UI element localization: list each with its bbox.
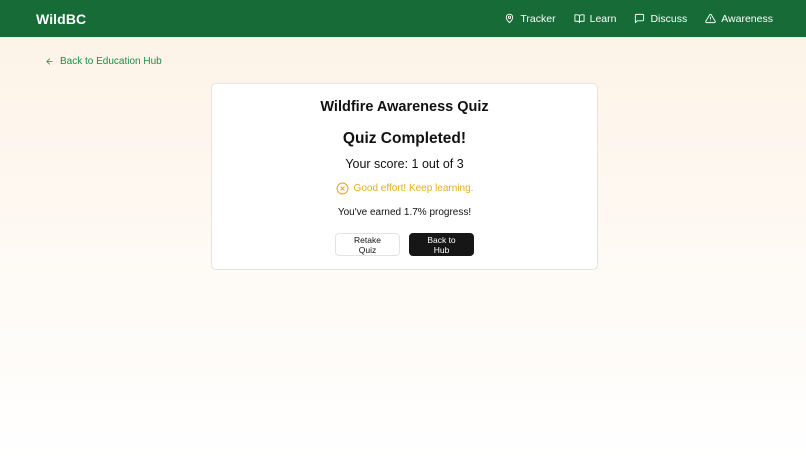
book-open-icon [574,14,585,24]
back-link-label: Back to Education Hub [60,56,162,67]
quiz-title: Wildfire Awareness Quiz [320,99,489,115]
nav-item-learn[interactable]: Learn [574,12,617,25]
nav-item-discuss[interactable]: Discuss [634,13,687,25]
nav-item-label: Learn [589,12,617,25]
nav-item-tracker[interactable]: Tracker [504,12,556,25]
map-pin-icon [506,13,514,24]
top-navigation-bar: WildBC Tracker Learn Discuss Awareness [0,0,806,37]
quiz-completed-heading: Quiz Completed! [342,130,467,147]
brand-logo[interactable]: WildBC [36,11,86,27]
quiz-score: Your score: 1 out of 3 [345,157,464,171]
retake-quiz-button[interactable]: Retake Quiz [335,233,400,256]
main-nav: Tracker Learn Discuss Awareness [504,13,773,25]
quiz-actions: Retake Quiz Back to Hub [212,233,597,256]
quiz-result-card: Wildfire Awareness Quiz Quiz Completed! … [211,83,598,270]
progress-earned-text: You've earned 1.7% progress! [337,207,472,218]
back-to-hub-button[interactable]: Back to Hub [409,233,474,256]
x-circle-icon [336,182,349,195]
message-square-icon [635,13,645,24]
nav-item-label: Tracker [520,12,556,25]
arrow-left-icon [46,58,53,65]
nav-item-label: Awareness [721,12,773,25]
feedback-message: Good effort! Keep learning. [212,182,597,195]
nav-item-awareness[interactable]: Awareness [705,13,773,25]
back-to-education-hub-link[interactable]: Back to Education Hub [45,56,162,67]
nav-item-label: Discuss [650,12,688,25]
feedback-text: Good effort! Keep learning. [353,183,474,194]
alert-triangle-icon [705,13,716,24]
